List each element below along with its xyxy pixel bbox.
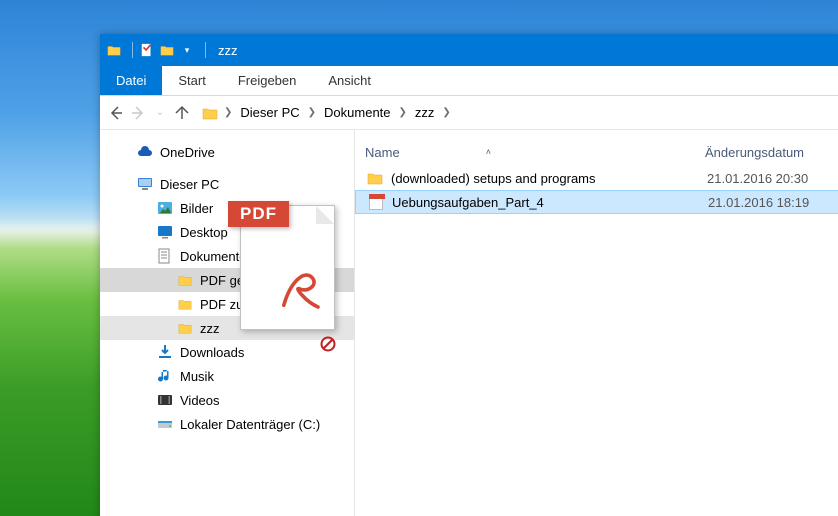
file-row[interactable]: (downloaded) setups and programs 21.01.2… [355, 166, 838, 190]
tree-label: Dokumente [180, 249, 246, 264]
tree-label: Videos [180, 393, 220, 408]
music-icon [156, 368, 174, 384]
desktop-wallpaper: ▾ zzz Datei Start Freigeben Ansicht ⌄ [0, 0, 838, 516]
separator-icon [132, 42, 133, 58]
folder-icon [106, 42, 122, 58]
breadcrumb[interactable]: ❯ Dieser PC ❯ Dokumente ❯ zzz ❯ [202, 105, 453, 121]
folder-icon [202, 105, 218, 121]
window-title: zzz [218, 43, 238, 58]
tree-desktop[interactable]: Desktop [100, 220, 354, 244]
tree-label: OneDrive [160, 145, 215, 160]
chevron-right-icon[interactable]: ❯ [306, 107, 318, 118]
chevron-right-icon[interactable]: ❯ [440, 107, 452, 118]
file-list-pane[interactable]: Name ˄ Änderungsdatum (downloaded) setup… [355, 130, 838, 516]
file-date: 21.01.2016 20:30 [707, 171, 838, 186]
chevron-right-icon[interactable]: ❯ [222, 107, 234, 118]
tree-videos[interactable]: Videos [100, 388, 354, 412]
breadcrumb-dokumente[interactable]: Dokumente [322, 105, 392, 120]
tree-drive-c[interactable]: Lokaler Datenträger (C:) [100, 412, 354, 436]
tree-thispc[interactable]: Dieser PC [100, 172, 354, 196]
cloud-icon [136, 144, 154, 160]
properties-icon[interactable] [139, 42, 155, 58]
chevron-down-icon[interactable]: ▾ [179, 42, 195, 58]
folder-icon [176, 296, 194, 312]
tree-label: PDF zusammengefügt [200, 297, 329, 312]
tree-label: Musik [180, 369, 214, 384]
pictures-icon [156, 200, 174, 216]
tab-datei[interactable]: Datei [100, 66, 162, 95]
explorer-body: OneDrive Dieser PC Bilder Desktop D [100, 130, 838, 516]
column-name[interactable]: Name [365, 145, 400, 160]
forward-button[interactable] [128, 103, 148, 123]
tab-ansicht[interactable]: Ansicht [312, 66, 387, 95]
drive-icon [156, 416, 174, 432]
breadcrumb-zzz[interactable]: zzz [413, 105, 437, 120]
breadcrumb-root[interactable]: Dieser PC [238, 105, 301, 120]
recent-dropdown[interactable]: ⌄ [150, 103, 170, 123]
file-date: 21.01.2016 18:19 [708, 195, 838, 210]
up-button[interactable] [172, 103, 192, 123]
navigation-pane[interactable]: OneDrive Dieser PC Bilder Desktop D [100, 130, 355, 516]
navigation-bar: ⌄ ❯ Dieser PC ❯ Dokumente ❯ zzz ❯ [100, 96, 838, 130]
downloads-icon [156, 344, 174, 360]
folder-icon [176, 320, 194, 336]
tree-zzz[interactable]: zzz [100, 316, 354, 340]
tree-downloads[interactable]: Downloads [100, 340, 354, 364]
tab-freigeben[interactable]: Freigeben [222, 66, 313, 95]
tree-label: Bilder [180, 201, 213, 216]
folder-icon [365, 169, 385, 187]
desktop-icon [156, 224, 174, 240]
column-headers[interactable]: Name ˄ Änderungsdatum [355, 138, 838, 166]
tree-musik[interactable]: Musik [100, 364, 354, 388]
videos-icon [156, 392, 174, 408]
tree-bilder[interactable]: Bilder [100, 196, 354, 220]
titlebar[interactable]: ▾ zzz [100, 34, 838, 66]
pdf-icon [366, 193, 386, 211]
tree-dokumente[interactable]: Dokumente [100, 244, 354, 268]
sort-indicator-icon: ˄ [486, 147, 491, 157]
documents-icon [156, 248, 174, 264]
tree-label: Lokaler Datenträger (C:) [180, 417, 320, 432]
ribbon-tabs: Datei Start Freigeben Ansicht [100, 66, 838, 96]
tree-label: Dieser PC [160, 177, 219, 192]
explorer-window: ▾ zzz Datei Start Freigeben Ansicht ⌄ [100, 34, 838, 516]
tree-label: zzz [200, 321, 220, 336]
tab-start[interactable]: Start [162, 66, 221, 95]
folder-icon [176, 272, 194, 288]
separator-icon [205, 42, 206, 58]
tree-label: PDF geteilt [200, 273, 264, 288]
back-button[interactable] [106, 103, 126, 123]
folder-icon[interactable] [159, 42, 175, 58]
tree-pdf-zusammen[interactable]: PDF zusammengefügt [100, 292, 354, 316]
file-name: Uebungsaufgaben_Part_4 [392, 195, 708, 210]
chevron-right-icon[interactable]: ❯ [397, 107, 409, 118]
tree-label: Desktop [180, 225, 228, 240]
file-row[interactable]: Uebungsaufgaben_Part_4 21.01.2016 18:19 [355, 190, 838, 214]
column-date[interactable]: Änderungsdatum [705, 145, 838, 160]
file-name: (downloaded) setups and programs [391, 171, 707, 186]
tree-label: Downloads [180, 345, 244, 360]
tree-pdf-geteilt[interactable]: PDF geteilt [100, 268, 354, 292]
computer-icon [136, 176, 154, 192]
tree-onedrive[interactable]: OneDrive [100, 140, 354, 164]
